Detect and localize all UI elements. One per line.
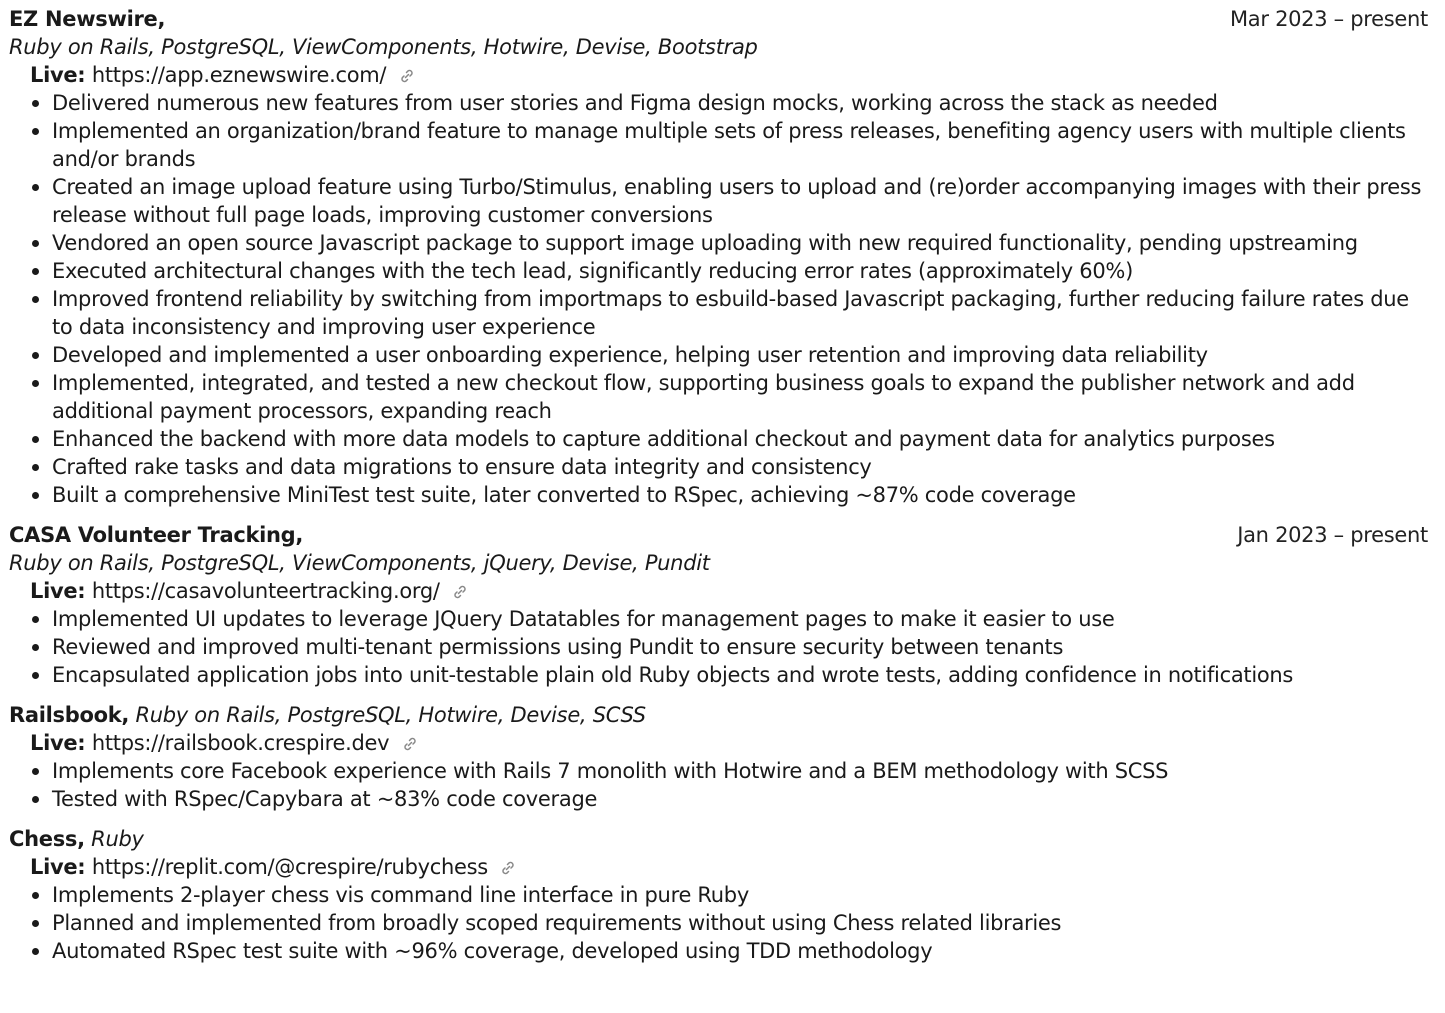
project-bullets: Delivered numerous new features from use… [9,89,1428,509]
bullet-item: Automated RSpec test suite with ~96% cov… [9,937,1428,965]
project-live-line: Live: https://casavolunteertracking.org/ [9,577,1428,605]
project-bullets: Implements core Facebook experience with… [9,757,1428,813]
bullet-item: Created an image upload feature using Tu… [9,173,1428,229]
project-chess: Chess, Ruby Live: https://replit.com/@cr… [9,825,1428,965]
project-date: Jan 2023 – present [1237,523,1428,547]
bullet-item: Reviewed and improved multi-tenant permi… [9,633,1428,661]
project-live-line: Live: https://app.eznewswire.com/ [9,61,1428,89]
live-link[interactable]: https://replit.com/@crespire/rubychess [92,855,488,879]
project-header: Chess, Ruby [9,825,1428,853]
bullet-item: Delivered numerous new features from use… [9,89,1428,117]
project-title: Chess, [9,827,85,851]
bullet-item: Improved frontend reliability by switchi… [9,285,1428,341]
bullet-item: Executed architectural changes with the … [9,257,1428,285]
project-date: Mar 2023 – present [1229,7,1428,31]
bullet-item: Planned and implemented from broadly sco… [9,909,1428,937]
bullet-item: Implemented UI updates to leverage JQuer… [9,605,1428,633]
live-label: Live: [30,855,86,879]
live-label: Live: [30,63,86,87]
live-link[interactable]: https://casavolunteertracking.org/ [92,579,440,603]
project-bullets: Implemented UI updates to leverage JQuer… [9,605,1428,689]
project-tech-stack: Ruby on Rails, PostgreSQL, ViewComponent… [9,551,710,575]
link-icon[interactable] [402,736,418,752]
bullet-item: Built a comprehensive MiniTest test suit… [9,481,1428,509]
project-title: Railsbook, [9,703,130,727]
live-label: Live: [30,731,86,755]
bullet-item: Implemented, integrated, and tested a ne… [9,369,1428,425]
live-link[interactable]: https://railsbook.crespire.dev [92,731,390,755]
project-title: CASA Volunteer Tracking, [9,523,304,547]
resume-projects-page: EZ Newswire, Mar 2023 – present Ruby on … [0,0,1445,1013]
project-ez-newswire: EZ Newswire, Mar 2023 – present Ruby on … [9,5,1428,509]
project-header: CASA Volunteer Tracking, Jan 2023 – pres… [9,521,1428,549]
bullet-item: Enhanced the backend with more data mode… [9,425,1428,453]
bullet-item: Implements core Facebook experience with… [9,757,1428,785]
link-icon[interactable] [399,68,415,84]
project-bullets: Implements 2-player chess vis command li… [9,881,1428,965]
project-header: Railsbook, Ruby on Rails, PostgreSQL, Ho… [9,701,1428,729]
live-label: Live: [30,579,86,603]
bullet-item: Encapsulated application jobs into unit-… [9,661,1428,689]
project-title: EZ Newswire, [9,7,166,31]
link-icon[interactable] [452,584,468,600]
project-casa-volunteer-tracking: CASA Volunteer Tracking, Jan 2023 – pres… [9,521,1428,689]
bullet-item: Implemented an organization/brand featur… [9,117,1428,173]
bullet-item: Implements 2-player chess vis command li… [9,881,1428,909]
project-tech-stack: Ruby [91,827,144,851]
live-link[interactable]: https://app.eznewswire.com/ [92,63,387,87]
project-header: EZ Newswire, Mar 2023 – present [9,5,1428,33]
project-live-line: Live: https://railsbook.crespire.dev [9,729,1428,757]
project-live-line: Live: https://replit.com/@crespire/rubyc… [9,853,1428,881]
bullet-item: Tested with RSpec/Capybara at ~83% code … [9,785,1428,813]
bullet-item: Crafted rake tasks and data migrations t… [9,453,1428,481]
link-icon[interactable] [500,860,516,876]
bullet-item: Developed and implemented a user onboard… [9,341,1428,369]
project-tech-stack: Ruby on Rails, PostgreSQL, Hotwire, Devi… [135,703,646,727]
project-title-line: Chess, Ruby [9,825,144,853]
bullet-item: Vendored an open source Javascript packa… [9,229,1428,257]
project-title-line: Railsbook, Ruby on Rails, PostgreSQL, Ho… [9,701,646,729]
project-tech-stack: Ruby on Rails, PostgreSQL, ViewComponent… [9,35,758,59]
project-railsbook: Railsbook, Ruby on Rails, PostgreSQL, Ho… [9,701,1428,813]
